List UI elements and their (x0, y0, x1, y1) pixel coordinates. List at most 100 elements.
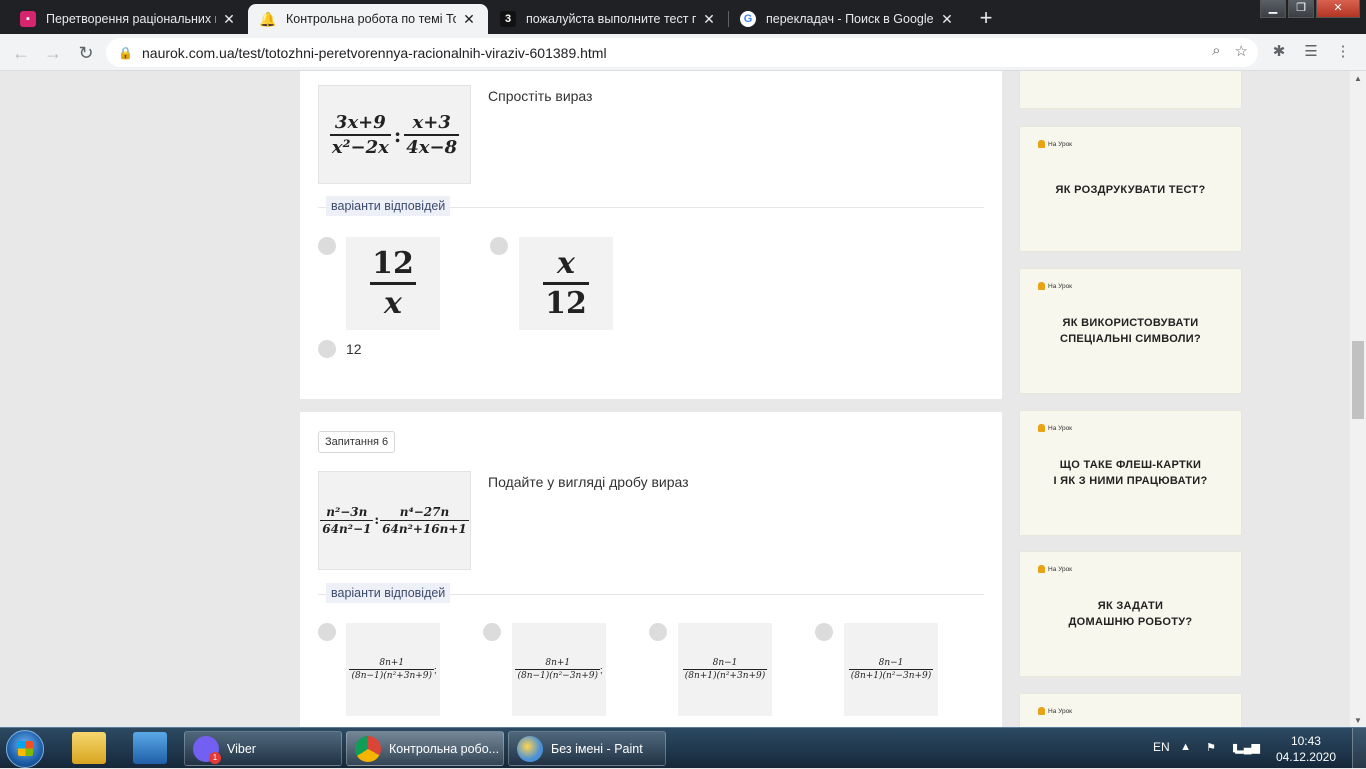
question-card-6: Запитання 6 n²−3n 64n²−1 : n⁴−27n 64n²+1… (300, 412, 1002, 727)
znanija-icon: 3 (500, 11, 516, 27)
show-desktop-button[interactable] (1352, 728, 1366, 769)
tab-control-work[interactable]: 🔔 Контрольна робота по темі Тот ✕ (248, 4, 488, 34)
show-hidden-icons-icon[interactable]: ▲ (1180, 741, 1191, 753)
close-tab-icon[interactable]: ✕ (462, 11, 476, 28)
help-card-partial[interactable] (1019, 71, 1242, 109)
option-denominator: (8n−1)(n²−3n+9) (517, 671, 599, 681)
viber-icon: 1 (193, 735, 221, 764)
page-scrollbar[interactable]: ▲ ▼ (1350, 71, 1366, 727)
answer-radio[interactable] (318, 237, 336, 255)
answer-option-image[interactable]: 12 x (346, 237, 440, 330)
answers-section-divider: варіанти відповідей (318, 583, 984, 603)
expr-numerator: x+3 (412, 111, 451, 133)
bell-icon: 🔔 (259, 10, 277, 27)
maximize-icon[interactable]: ❐ (1288, 0, 1314, 18)
expr-denominator: 64n²+16n+1 (382, 522, 467, 536)
answer-option-image[interactable]: 8n+1 (8n−1)(n²−3n+9) ; (512, 623, 606, 716)
answer-option-image[interactable]: 8n−1 (8n+1)(n²−3n+9) (844, 623, 938, 716)
page-viewport: 3x+9 x²−2x : x+3 4x−8 Спростіть вираз ва… (0, 71, 1350, 727)
media-player-icon[interactable] (133, 732, 167, 764)
answer-radio[interactable] (318, 623, 336, 641)
address-bar[interactable]: 🔒 naurok.com.ua/test/totozhni-peretvoren… (106, 38, 1258, 67)
close-window-icon[interactable]: ✕ (1316, 0, 1360, 18)
google-icon: G (740, 11, 756, 27)
answers-section-divider: варіанти відповідей (318, 196, 984, 216)
help-card-title: ЯК ВИКОРИСТОВУВАТИ СПЕЦІАЛЬНІ СИМВОЛИ? (1059, 317, 1202, 345)
taskbar-viber[interactable]: 1 Viber (184, 731, 342, 766)
clock[interactable]: 10:43 04.12.2020 (1276, 733, 1336, 765)
bell-icon (1038, 424, 1045, 432)
taskbar-button-label: Без імені - Paint (551, 741, 643, 756)
new-tab-button[interactable]: + (972, 4, 1000, 32)
explorer-folder-icon[interactable] (72, 732, 106, 764)
notification-badge: 1 (209, 751, 221, 764)
help-card-partial[interactable]: На Урок (1019, 693, 1242, 727)
minimize-icon[interactable]: ▁ (1260, 0, 1286, 18)
extensions-puzzle-icon[interactable]: ✱ (1268, 42, 1290, 60)
close-tab-icon[interactable]: ✕ (940, 11, 954, 28)
flag-icon[interactable]: ⚑ (1206, 741, 1216, 754)
answer-radio[interactable] (490, 237, 508, 255)
answer-option-text[interactable]: 12 (346, 341, 362, 357)
help-card-flashcards[interactable]: На Урок ЩО ТАКЕ ФЛЕШ-КАРТКИ І ЯК З НИМИ … (1019, 410, 1242, 536)
naurok-logo: На Урок (1038, 424, 1072, 432)
help-card-print-test[interactable]: На Урок ЯК РОЗДРУКУВАТИ ТЕСТ? (1019, 126, 1242, 252)
answer-option-image[interactable]: x 12 (519, 237, 613, 330)
scroll-up-icon[interactable]: ▲ (1350, 74, 1366, 83)
bell-icon (1038, 707, 1045, 715)
close-tab-icon[interactable]: ✕ (702, 11, 716, 28)
address-text: naurok.com.ua/test/totozhni-peretvorenny… (142, 44, 607, 61)
bell-icon (1038, 565, 1045, 573)
language-indicator[interactable]: EN (1153, 740, 1170, 754)
expr-numerator: 3x+9 (334, 111, 386, 133)
menu-kebab-icon[interactable]: ⋮ (1332, 42, 1354, 60)
answer-option-image[interactable]: 8n−1 (8n+1)(n²+3n+9) (678, 623, 772, 716)
question-image: n²−3n 64n²−1 : n⁴−27n 64n²+16n+1 (318, 471, 471, 570)
answers-label: варіанти відповідей (326, 196, 451, 216)
brand-name: На Урок (1048, 424, 1073, 432)
brand-name: На Урок (1048, 282, 1073, 290)
naurok-logo: На Урок (1038, 282, 1072, 290)
answer-radio[interactable] (483, 623, 501, 641)
option-suffix: ; (600, 664, 603, 675)
scrollbar-thumb[interactable] (1352, 341, 1364, 419)
brand-name: На Урок (1048, 707, 1073, 715)
question-number-badge: Запитання 6 (318, 431, 396, 453)
tab-google-translate[interactable]: G перекладач - Поиск в Google ✕ (728, 4, 966, 34)
answer-option-image[interactable]: 8n+1 (8n−1)(n²+3n+9) ; (346, 623, 440, 716)
zoom-icon[interactable]: ⌕ (1212, 42, 1220, 60)
bookmark-star-icon[interactable]: ☆ (1235, 42, 1248, 60)
expr-left-fraction: n²−3n 64n²−1 (320, 505, 374, 536)
taskbar-chrome[interactable]: Контрольна робо... (346, 731, 504, 766)
option-numerator: 8n−1 (878, 658, 904, 668)
start-button[interactable] (6, 730, 44, 768)
reading-list-icon[interactable]: ☰ (1300, 42, 1322, 60)
expr-right-fraction: n⁴−27n 64n²+16n+1 (380, 505, 469, 536)
reload-icon[interactable]: ↻ (73, 40, 99, 66)
forward-icon[interactable]: → (40, 40, 66, 66)
close-tab-icon[interactable]: ✕ (222, 11, 236, 28)
answer-radio[interactable] (815, 623, 833, 641)
tab-title: Перетворення раціональних ви (46, 12, 216, 26)
scroll-down-icon[interactable]: ▼ (1350, 716, 1366, 725)
lock-icon[interactable]: 🔒 (118, 46, 133, 60)
answer-radio[interactable] (649, 623, 667, 641)
presentation-icon: ▪ (20, 11, 36, 27)
help-card-special-symbols[interactable]: На Урок ЯК ВИКОРИСТОВУВАТИ СПЕЦІАЛЬНІ СИ… (1019, 268, 1242, 394)
tab-please-do-test[interactable]: 3 пожалуйста выполните тест по ✕ (488, 4, 728, 34)
taskbar-paint[interactable]: Без імені - Paint (508, 731, 666, 766)
window-controls: ▁ ❐ ✕ (1258, 0, 1360, 18)
help-card-homework[interactable]: На Урок ЯК ЗАДАТИ ДОМАШНЮ РОБОТУ? (1019, 551, 1242, 677)
expr-denominator: 4x−8 (406, 136, 458, 158)
tab-rational-transformations[interactable]: ▪ Перетворення раціональних ви ✕ (8, 4, 248, 34)
clock-time: 10:43 (1290, 734, 1321, 748)
network-signal-icon[interactable]: ▂▄▆ (1235, 741, 1260, 754)
option-denominator: x (384, 286, 402, 321)
expr-denominator: 64n²−1 (322, 522, 372, 536)
answer-radio[interactable] (318, 340, 336, 358)
expr-right-fraction: x+3 4x−8 (404, 111, 460, 158)
back-icon[interactable]: ← (8, 40, 34, 66)
expr-numerator: n⁴−27n (399, 505, 450, 519)
naurok-logo: На Урок (1038, 140, 1072, 148)
option-numerator: x (557, 246, 575, 281)
